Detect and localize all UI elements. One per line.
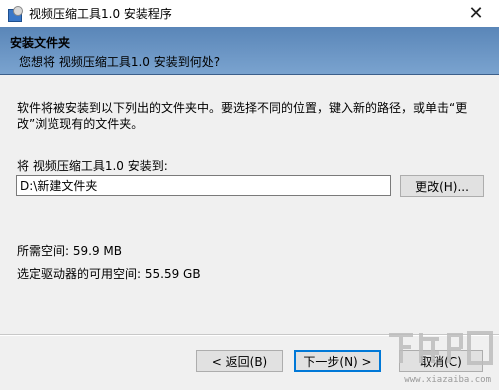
space-required-text: 所需空间: 59.9 MB [17,244,122,258]
installer-app-icon [7,5,23,22]
footer-separator [0,334,499,336]
close-icon: ✕ [468,3,484,24]
install-path-input[interactable] [16,175,391,196]
cancel-button[interactable]: 取消(C) [399,350,483,372]
watermark-text: www.xiazaiba.com [404,375,491,385]
space-available-text: 选定驱动器的可用空间: 55.59 GB [17,267,201,281]
page-title: 安装文件夹 [10,36,71,50]
install-location-label: 将 视频压缩工具1.0 安装到: [17,159,168,173]
title-bar: 视频压缩工具1.0 安装程序 ✕ [0,0,499,27]
close-button[interactable]: ✕ [453,0,499,27]
page-subtitle: 您想将 视频压缩工具1.0 安装到何处? [19,55,221,69]
next-button[interactable]: 下一步(N) > [294,350,381,372]
wizard-header: 安装文件夹 您想将 视频压缩工具1.0 安装到何处? [0,27,499,75]
change-folder-button[interactable]: 更改(H)... [400,175,484,197]
window-title: 视频压缩工具1.0 安装程序 [29,7,172,21]
back-button[interactable]: < 返回(B) [196,350,283,372]
instructions-text: 软件将被安装到以下列出的文件夹中。要选择不同的位置，键入新的路径，或单击“更改”… [17,101,468,131]
